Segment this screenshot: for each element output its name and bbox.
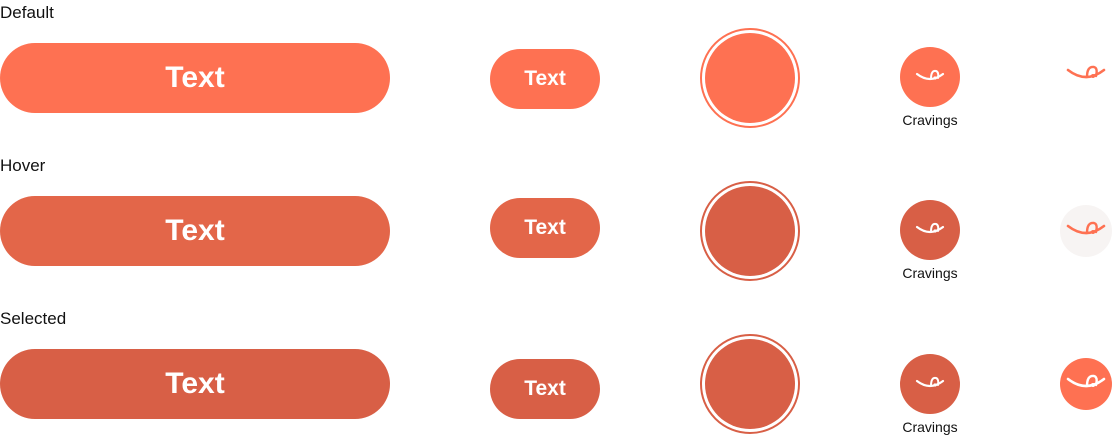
small-button-selected[interactable]: Text (490, 359, 600, 419)
icon-button-default[interactable] (1060, 49, 1112, 101)
large-button-label: Text (165, 61, 225, 94)
chip-label: Cravings (902, 265, 958, 281)
category-chip-default[interactable]: Cravings (880, 47, 980, 137)
tongue-smile-icon (1066, 221, 1106, 235)
circle-button-fill (705, 33, 795, 123)
state-label-hover: Hover (0, 156, 46, 175)
large-button-default[interactable]: Text (0, 43, 390, 113)
circle-button-fill (705, 186, 795, 276)
large-button-selected[interactable]: Text (0, 349, 390, 419)
tongue-smile-icon (1066, 374, 1106, 388)
category-chip-hover[interactable]: Cravings (880, 200, 980, 290)
state-label-default: Default (0, 3, 54, 22)
circle-button-default[interactable] (700, 28, 800, 128)
category-chip-selected[interactable]: Cravings (880, 354, 980, 444)
icon-button-hover[interactable] (1060, 205, 1112, 257)
state-label-selected: Selected (0, 309, 67, 328)
circle-button-selected[interactable] (700, 334, 800, 434)
chip-label: Cravings (902, 419, 958, 435)
chip-circle (900, 47, 960, 107)
tongue-smile-icon (915, 222, 945, 234)
large-button-hover[interactable]: Text (0, 196, 390, 266)
chip-label: Cravings (902, 112, 958, 128)
chip-circle (900, 200, 960, 260)
small-button-hover[interactable]: Text (490, 198, 600, 258)
small-button-label: Text (524, 377, 566, 400)
chip-circle (900, 354, 960, 414)
tongue-smile-icon (915, 69, 945, 81)
circle-button-hover[interactable] (700, 181, 800, 281)
small-button-default[interactable]: Text (490, 49, 600, 109)
large-button-label: Text (165, 214, 225, 247)
large-button-label: Text (165, 367, 225, 400)
small-button-label: Text (524, 216, 566, 239)
tongue-smile-icon (1066, 65, 1106, 79)
small-button-label: Text (524, 67, 566, 90)
tongue-smile-icon (915, 376, 945, 388)
icon-button-selected[interactable] (1060, 358, 1112, 410)
circle-button-fill (705, 339, 795, 429)
